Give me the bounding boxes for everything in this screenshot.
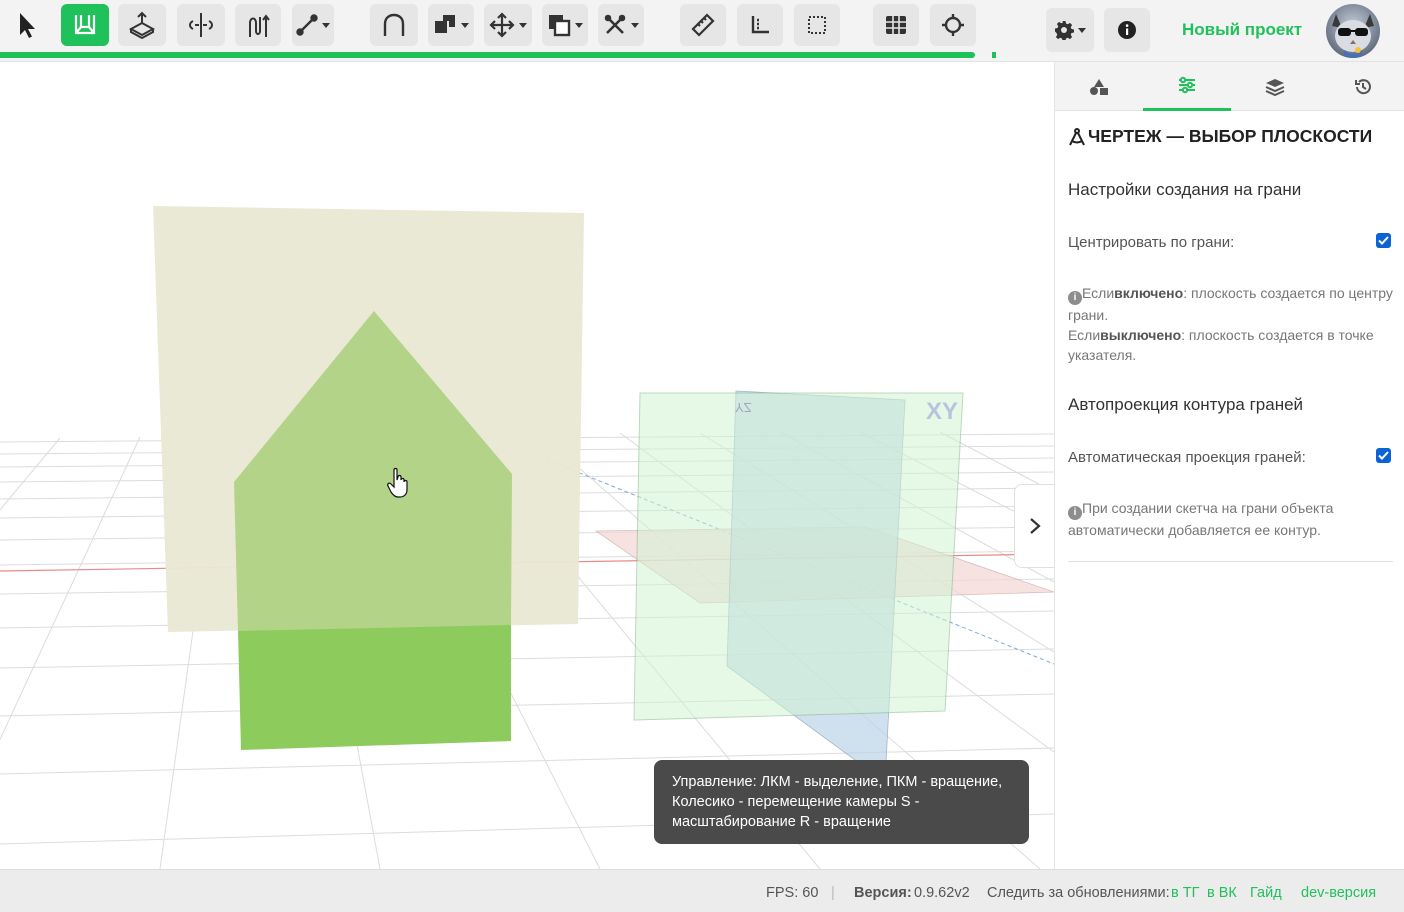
tab-layers[interactable] [1231,62,1319,111]
scene-canvas: XY YZ [0,206,1054,869]
version-label: Версия: [854,885,912,901]
section-title-autoprojection: Автопроекция контура граней [1068,395,1304,414]
hint-text: Если [1082,285,1115,301]
sketch-icon [74,15,96,35]
fps-counter: FPS: 60 [766,885,819,901]
axis-label-xy: XY [926,398,958,425]
snap-toggle-button[interactable] [930,4,976,46]
chevron-down-icon [575,22,583,28]
select-tool-button[interactable] [4,4,50,46]
shapes-tab-icon [1090,78,1108,95]
solid-body-bottom [238,625,511,750]
revolve-tool-button[interactable] [177,4,225,46]
extrude-tool-button[interactable] [118,4,166,46]
vk-link[interactable]: в ВК [1207,885,1237,901]
sweep-tool-button[interactable] [235,4,281,46]
hint-bold: выключено [1100,327,1182,343]
angle-ruler-icon [751,16,769,34]
hint-bold: включено [1114,285,1184,301]
line-tool-dropdown[interactable] [292,4,334,46]
grid-icon [886,16,906,34]
project-title[interactable]: Новый проект [1182,20,1302,40]
auto-projection-label: Автоматическая проекция граней: [1068,449,1306,466]
auto-projection-hint: i При создании скетча на грани объекта ав… [1068,498,1393,540]
history-tab-icon [1355,78,1371,94]
chevron-down-icon [519,22,527,28]
sketch-tool-button[interactable] [61,4,109,46]
info-button[interactable] [1104,8,1150,52]
extrude-icon [128,11,156,39]
chevron-right-icon [1029,518,1041,534]
gear-icon [1055,21,1074,40]
center-on-face-label: Центрировать по грани: [1068,234,1235,251]
move-tool-dropdown[interactable] [484,4,532,46]
shapes-icon [435,15,455,33]
dev-version-link[interactable]: dev-версия [1301,885,1376,901]
xy-plane [633,392,964,721]
properties-panel: ЧЕРТЕЖ — ВЫБОР ПЛОСКОСТИ Настройки созда… [1054,62,1404,869]
user-avatar[interactable] [1326,4,1380,58]
telegram-link[interactable]: в ТГ [1171,885,1199,901]
move-arrows-icon [489,12,515,38]
tab-history[interactable] [1319,62,1404,111]
grid-toggle-button[interactable] [873,4,919,46]
controls-tooltip: Управление: ЛКМ - выделение, ПКМ - враще… [654,760,1029,844]
fillet-icon [383,13,405,36]
angle-tool-button[interactable] [737,4,783,46]
checkmark-icon [1378,451,1389,460]
tab-settings[interactable] [1143,62,1231,111]
loading-progress-bar [0,52,975,58]
hint-text: Если [1068,327,1101,343]
bounding-box-icon [808,16,826,34]
status-separator: | [831,885,835,901]
chevron-down-icon [461,22,469,28]
wrench-tools-icon [604,14,626,34]
checkmark-icon [1378,236,1389,245]
avatar-image [1332,14,1374,58]
bounds-tool-button[interactable] [794,4,840,46]
revolve-icon [189,13,213,37]
tab-objects[interactable] [1055,62,1143,111]
panel-divider [1068,561,1393,562]
boolean-icon [549,15,571,37]
loading-progress-tip [992,52,996,58]
version-value: 0.9.62v2 [914,885,970,901]
compass-drafting-icon [1069,127,1085,145]
line-tool-icon [296,14,318,36]
3d-viewport[interactable]: XY YZ [0,62,1054,869]
measure-tool-button[interactable] [680,4,726,46]
ruler-icon [691,13,715,37]
panel-heading: ЧЕРТЕЖ — ВЫБОР ПЛОСКОСТИ [1068,126,1372,147]
guide-link[interactable]: Гайд [1250,885,1282,901]
axis-label-yz: YZ [735,400,752,415]
panel-heading-text: ЧЕРТЕЖ — ВЫБОР ПЛОСКОСТИ [1088,126,1373,146]
info-icon [1118,21,1136,39]
panel-tabs [1055,62,1404,111]
panel-toggle-button[interactable] [1014,484,1054,568]
center-on-face-checkbox[interactable] [1376,233,1391,248]
hint-text: При создании скетча на грани объекта авт… [1068,500,1334,538]
sliders-tab-icon [1179,76,1195,94]
main-toolbar: Новый проект [0,0,1404,62]
boolean-tool-dropdown[interactable] [542,4,588,46]
sweep-icon [249,14,270,37]
fillet-tool-button[interactable] [370,4,418,46]
center-on-face-hint: i Есливключено: плоскость создается по це… [1068,283,1393,365]
chevron-down-icon [322,22,330,28]
status-bar: FPS: 60 | Версия: 0.9.62v2 Следить за об… [0,869,1404,912]
shapes-tool-dropdown[interactable] [428,4,474,46]
info-icon: i [1068,506,1082,520]
chevron-down-icon [1078,27,1086,33]
info-icon: i [1068,291,1082,305]
settings-dropdown[interactable] [1046,8,1094,52]
follow-updates-label: Следить за обновлениями: [987,885,1170,901]
layers-tab-icon [1265,78,1285,96]
tools-dropdown[interactable] [598,4,644,46]
crosshair-icon [942,14,964,36]
cursor-arrow-icon [20,13,35,38]
section-title-face-settings: Настройки создания на грани [1068,180,1302,199]
auto-projection-checkbox[interactable] [1376,448,1391,463]
chevron-down-icon [631,22,639,28]
